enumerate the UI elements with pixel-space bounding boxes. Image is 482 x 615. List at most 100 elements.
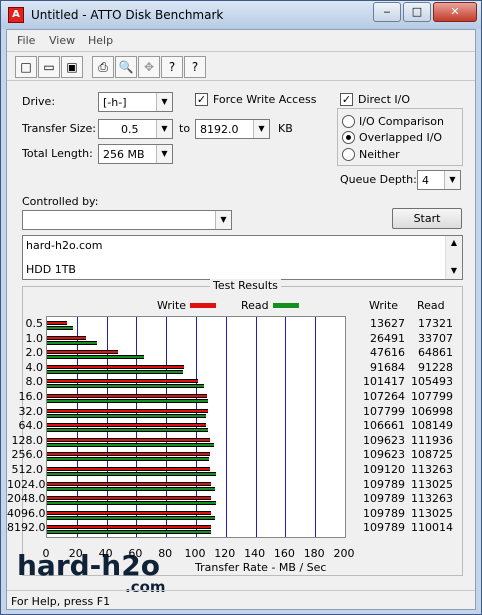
x-tick-label: 20: [68, 547, 83, 560]
read-value: 113263: [411, 463, 453, 476]
drive-select[interactable]: [-h-] ▼: [98, 92, 173, 112]
description-line-2: HDD 1TB: [26, 263, 76, 276]
write-value: 107264: [363, 390, 405, 403]
x-tick-label: 40: [98, 547, 113, 560]
write-value: 109789: [363, 492, 405, 506]
transfer-to-value: 8192.0: [200, 123, 239, 136]
y-tick-label: 1.0: [25, 331, 44, 345]
force-write-access-checkbox[interactable]: ✓: [195, 93, 208, 106]
y-tick-label: 4.0: [25, 360, 44, 374]
direct-io-checkbox[interactable]: ✓: [340, 93, 353, 106]
read-value: 110014: [411, 521, 453, 535]
overlapped-io-radio[interactable]: [342, 131, 355, 144]
grid-line: [285, 317, 286, 537]
read-bar: [47, 442, 214, 447]
move-icon[interactable]: ✥: [138, 56, 160, 78]
save-icon[interactable]: ▣: [61, 56, 83, 78]
write-bar: [47, 350, 118, 355]
print-preview-icon[interactable]: 🔍: [115, 56, 137, 78]
kb-label: KB: [278, 122, 293, 135]
atto-app-icon: A: [8, 7, 24, 23]
read-value: 91228: [418, 360, 453, 374]
total-length-value: 256 MB: [103, 148, 145, 161]
x-tick-label: 0: [42, 547, 50, 560]
queue-depth-select[interactable]: 4 ▼: [417, 170, 461, 190]
io-comparison-radio[interactable]: [342, 115, 355, 128]
write-bar: [47, 437, 210, 442]
x-tick-label: 120: [214, 547, 236, 560]
read-value: 113025: [411, 506, 453, 520]
menu-view[interactable]: View: [49, 34, 75, 47]
transfer-size-from-select[interactable]: 0.5 ▼: [98, 119, 173, 139]
y-tick-label: 0.5: [25, 317, 44, 330]
maximize-button[interactable]: □: [403, 2, 431, 22]
grid-line: [226, 317, 227, 537]
read-value: 64861: [418, 346, 453, 360]
chevron-down-icon: ▼: [215, 211, 231, 229]
description-textbox[interactable]: hard-h2o.com HDD 1TB ▲ ▼: [22, 235, 463, 280]
x-tick-label: 180: [303, 547, 325, 560]
write-value: 47616: [370, 346, 405, 360]
transfer-from-value: 0.5: [121, 123, 139, 136]
write-bar: [47, 321, 67, 325]
write-value: 109623: [363, 433, 405, 447]
drive-value: [-h-]: [103, 96, 127, 109]
description-scrollbar[interactable]: ▲ ▼: [445, 236, 462, 279]
transfer-size-label: Transfer Size:: [22, 122, 97, 135]
neither-radio[interactable]: [342, 148, 355, 161]
close-button[interactable]: ✕: [433, 2, 477, 22]
controlled-by-select[interactable]: ▼: [22, 210, 232, 230]
x-tick-label: 80: [158, 547, 173, 560]
status-text: For Help, press F1: [11, 595, 111, 608]
title-bar: A Untitled - ATTO Disk Benchmark ‒ □ ✕: [1, 1, 481, 29]
write-bar: [47, 408, 208, 413]
y-tick-label: 512.0: [11, 463, 44, 476]
minimize-button[interactable]: ‒: [373, 2, 401, 22]
y-tick-label: 32.0: [18, 404, 44, 418]
new-icon[interactable]: □: [15, 56, 37, 78]
write-column-header: Write: [369, 299, 399, 312]
y-tick-label: 8192.0: [7, 521, 46, 535]
write-value: 101417: [363, 375, 405, 389]
read-value: 108725: [411, 448, 453, 462]
write-value: 109623: [363, 448, 405, 462]
open-icon[interactable]: ▭: [38, 56, 60, 78]
y-tick-label: 16.0: [18, 390, 44, 403]
legend-read-swatch: [273, 303, 299, 308]
toolbar: □ ▭ ▣ ⎙ 🔍 ✥ ? ?: [7, 51, 475, 81]
x-tick-label: 160: [273, 547, 295, 560]
write-bar: [47, 525, 211, 530]
read-column-header: Read: [417, 299, 445, 312]
y-tick-label: 64.0: [18, 419, 44, 433]
grid-line: [315, 317, 316, 537]
y-tick-label: 2048.0: [7, 492, 46, 506]
read-bar: [47, 326, 73, 330]
read-bar: [47, 486, 215, 491]
read-bar: [47, 413, 206, 418]
total-length-label: Total Length:: [22, 147, 93, 160]
status-bar: For Help, press F1: [7, 590, 475, 610]
scroll-up-icon[interactable]: ▲: [446, 238, 462, 247]
read-bar: [47, 472, 216, 476]
help-icon[interactable]: ?: [161, 56, 183, 78]
print-icon[interactable]: ⎙: [92, 56, 114, 78]
read-bar: [47, 428, 208, 433]
write-bar: [47, 467, 210, 471]
read-bar: [47, 355, 144, 360]
x-tick-label: 140: [244, 547, 266, 560]
total-length-select[interactable]: 256 MB ▼: [98, 144, 173, 164]
context-help-icon[interactable]: ?: [184, 56, 206, 78]
transfer-size-to-select[interactable]: 8192.0 ▼: [195, 119, 270, 139]
y-tick-label: 8.0: [25, 375, 44, 389]
description-line-1: hard-h2o.com: [26, 239, 103, 252]
chevron-down-icon: ▼: [156, 145, 172, 163]
menu-file[interactable]: File: [17, 34, 35, 47]
force-write-access-label: Force Write Access: [213, 93, 317, 106]
menu-help[interactable]: Help: [88, 34, 113, 47]
window-title: Untitled - ATTO Disk Benchmark: [31, 8, 224, 22]
scroll-down-icon[interactable]: ▼: [446, 266, 462, 275]
write-value: 91684: [370, 360, 405, 374]
app-window: A Untitled - ATTO Disk Benchmark ‒ □ ✕ F…: [0, 0, 482, 615]
read-bar: [47, 384, 204, 389]
start-button[interactable]: Start: [392, 208, 462, 229]
